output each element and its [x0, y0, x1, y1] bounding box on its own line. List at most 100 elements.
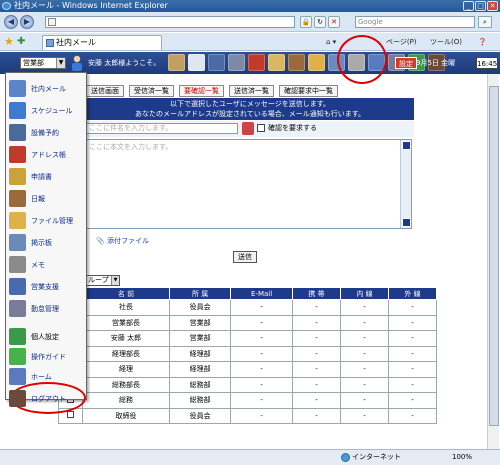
table-cell: 役員会: [168, 407, 232, 424]
group-select[interactable]: ループ ▼: [86, 275, 120, 286]
table-cell: -: [230, 299, 293, 316]
table-cell: 安藤 太郎: [82, 330, 170, 347]
send-button[interactable]: 送信: [233, 251, 257, 263]
url-field[interactable]: [45, 16, 295, 28]
table-row[interactable]: 社長 役員会 - - - -: [58, 299, 438, 316]
dept-select[interactable]: 営業部 ▼: [20, 57, 66, 69]
table-cell: -: [339, 392, 389, 409]
page-scrollbar[interactable]: [487, 74, 499, 449]
menu-item[interactable]: 日報: [9, 187, 85, 211]
col-name: 名 前: [82, 287, 170, 300]
date-text: 9月5日 金曜: [416, 59, 456, 67]
facility-icon[interactable]: [228, 54, 245, 71]
table-cell: -: [291, 376, 341, 393]
tab-needs-confirm[interactable]: 要確認一覧: [179, 85, 224, 97]
menu-item[interactable]: 営業支援: [9, 275, 85, 299]
home-icon[interactable]: ⌂ ▾: [326, 37, 336, 47]
menu-item-icon: [9, 278, 26, 295]
table-row[interactable]: 総務部長 総務部 - - - -: [58, 376, 438, 393]
add-favorite-icon[interactable]: ✚: [17, 36, 25, 47]
calendar-icon[interactable]: [208, 54, 225, 71]
tab-title: 社内メール: [56, 38, 96, 47]
window-controls: _ □ ✕: [463, 1, 498, 11]
confirm-label: 確認を要求する: [268, 124, 317, 132]
table-cell: -: [291, 361, 341, 378]
table-cell: -: [339, 345, 389, 362]
back-button[interactable]: ◀: [4, 15, 18, 29]
table-cell: -: [230, 407, 293, 424]
zoom-level[interactable]: 100%: [452, 450, 472, 464]
folder-icon[interactable]: [308, 54, 325, 71]
menu-item[interactable]: 社内メール: [9, 77, 85, 101]
table-row[interactable]: 経理部長 経理部 - - - -: [58, 345, 438, 362]
table-row[interactable]: 取締役 役員会 - - - -: [58, 407, 438, 424]
search-input[interactable]: Google: [355, 16, 475, 28]
maximize-button[interactable]: □: [475, 1, 486, 11]
menu-item[interactable]: ホーム: [9, 365, 85, 389]
menu-item[interactable]: ログアウト: [9, 387, 85, 411]
flag-icon[interactable]: [242, 122, 254, 135]
body-textarea[interactable]: ここに本文を入力します。: [86, 139, 412, 229]
help-icon[interactable]: ❓: [478, 37, 487, 47]
menu-item[interactable]: 設備予約: [9, 121, 85, 145]
menu-item[interactable]: アドレス帳: [9, 143, 85, 167]
app-header: 営業部 ▼ 安藤 太郎様ようこそ。 設定 9月5日 金曜 16:45: [0, 52, 500, 74]
body-scrollbar[interactable]: [400, 140, 411, 228]
form-icon[interactable]: [268, 54, 285, 71]
stop-button[interactable]: ✕: [328, 16, 340, 28]
table-row[interactable]: 経理 経理部 - - - -: [58, 361, 438, 378]
col-mobile: 携 帯: [291, 287, 341, 300]
tab-received[interactable]: 受信済一覧: [129, 85, 174, 97]
minimize-button[interactable]: _: [463, 1, 474, 11]
menu-item[interactable]: 勤怠管理: [9, 297, 85, 321]
menu-item[interactable]: 申請書: [9, 165, 85, 189]
menu-item-label: アドレス帳: [31, 151, 66, 159]
subject-input[interactable]: ここに件名を入力します。: [86, 123, 238, 134]
attach-link[interactable]: 📎 添付ファイル: [96, 237, 149, 246]
refresh-button[interactable]: ↻: [314, 16, 326, 28]
table-row[interactable]: 営業部長 営業部 - - - -: [58, 314, 438, 331]
table-row[interactable]: 安藤 太郎 営業部 - - - -: [58, 330, 438, 347]
user-icon: [72, 55, 82, 71]
table-cell: -: [230, 392, 293, 409]
ie-icon: [2, 2, 11, 10]
side-menu: 社内メール スケジュール 設備予約アドレス帳申請書 日報ファイル管理掲示板メモ営業支援…: [5, 72, 87, 414]
page-menu[interactable]: ページ(P): [386, 37, 417, 47]
menu-item[interactable]: メモ: [9, 253, 85, 277]
clock: 16:45: [476, 57, 498, 69]
menu-item-icon: [9, 368, 26, 385]
close-button[interactable]: ✕: [487, 1, 498, 11]
table-cell: -: [291, 345, 341, 362]
tools-menu[interactable]: ツール(O): [430, 37, 462, 47]
page-icon: [48, 18, 56, 26]
table-cell: 経理部: [168, 345, 232, 362]
row-checkbox[interactable]: [67, 411, 74, 419]
menu-item[interactable]: スケジュール: [9, 99, 85, 123]
confirm-checkbox[interactable]: [257, 124, 265, 132]
table-cell: 営業部: [168, 330, 232, 347]
settings-button[interactable]: 設定: [395, 57, 417, 69]
menu-item-label: メモ: [31, 261, 45, 269]
address-book-icon[interactable]: [248, 54, 265, 71]
menu-item[interactable]: 掲示板: [9, 231, 85, 255]
favorites-star-icon[interactable]: ★: [4, 36, 14, 47]
mail-icon[interactable]: [188, 54, 205, 71]
menu-item-icon: [9, 256, 26, 273]
report-icon[interactable]: [288, 54, 305, 71]
menu-item[interactable]: ファイル管理: [9, 209, 85, 233]
table-row[interactable]: 総務 総務部 - - - -: [58, 392, 438, 409]
globe-icon: [341, 453, 350, 462]
browser-tab[interactable]: 社内メール: [42, 35, 162, 50]
subject-row: ここに件名を入力します。 確認を要求する: [86, 121, 414, 137]
tab-send[interactable]: 送信画面: [86, 85, 124, 97]
search-button[interactable]: ⌕: [478, 16, 492, 28]
table-cell: -: [291, 314, 341, 331]
menu-item-label: ファイル管理: [31, 217, 73, 225]
house-icon[interactable]: [168, 54, 185, 71]
table-cell: 役員会: [168, 299, 232, 316]
forward-button[interactable]: ▶: [20, 15, 34, 29]
tab-confirm-requested[interactable]: 確認要求中一覧: [279, 85, 338, 97]
table-header-row: 名 前 所 属 E-Mail 携 帯 内 線 外 線: [58, 287, 438, 300]
table-cell: 総務: [82, 392, 170, 409]
tab-sent[interactable]: 送信済一覧: [229, 85, 274, 97]
